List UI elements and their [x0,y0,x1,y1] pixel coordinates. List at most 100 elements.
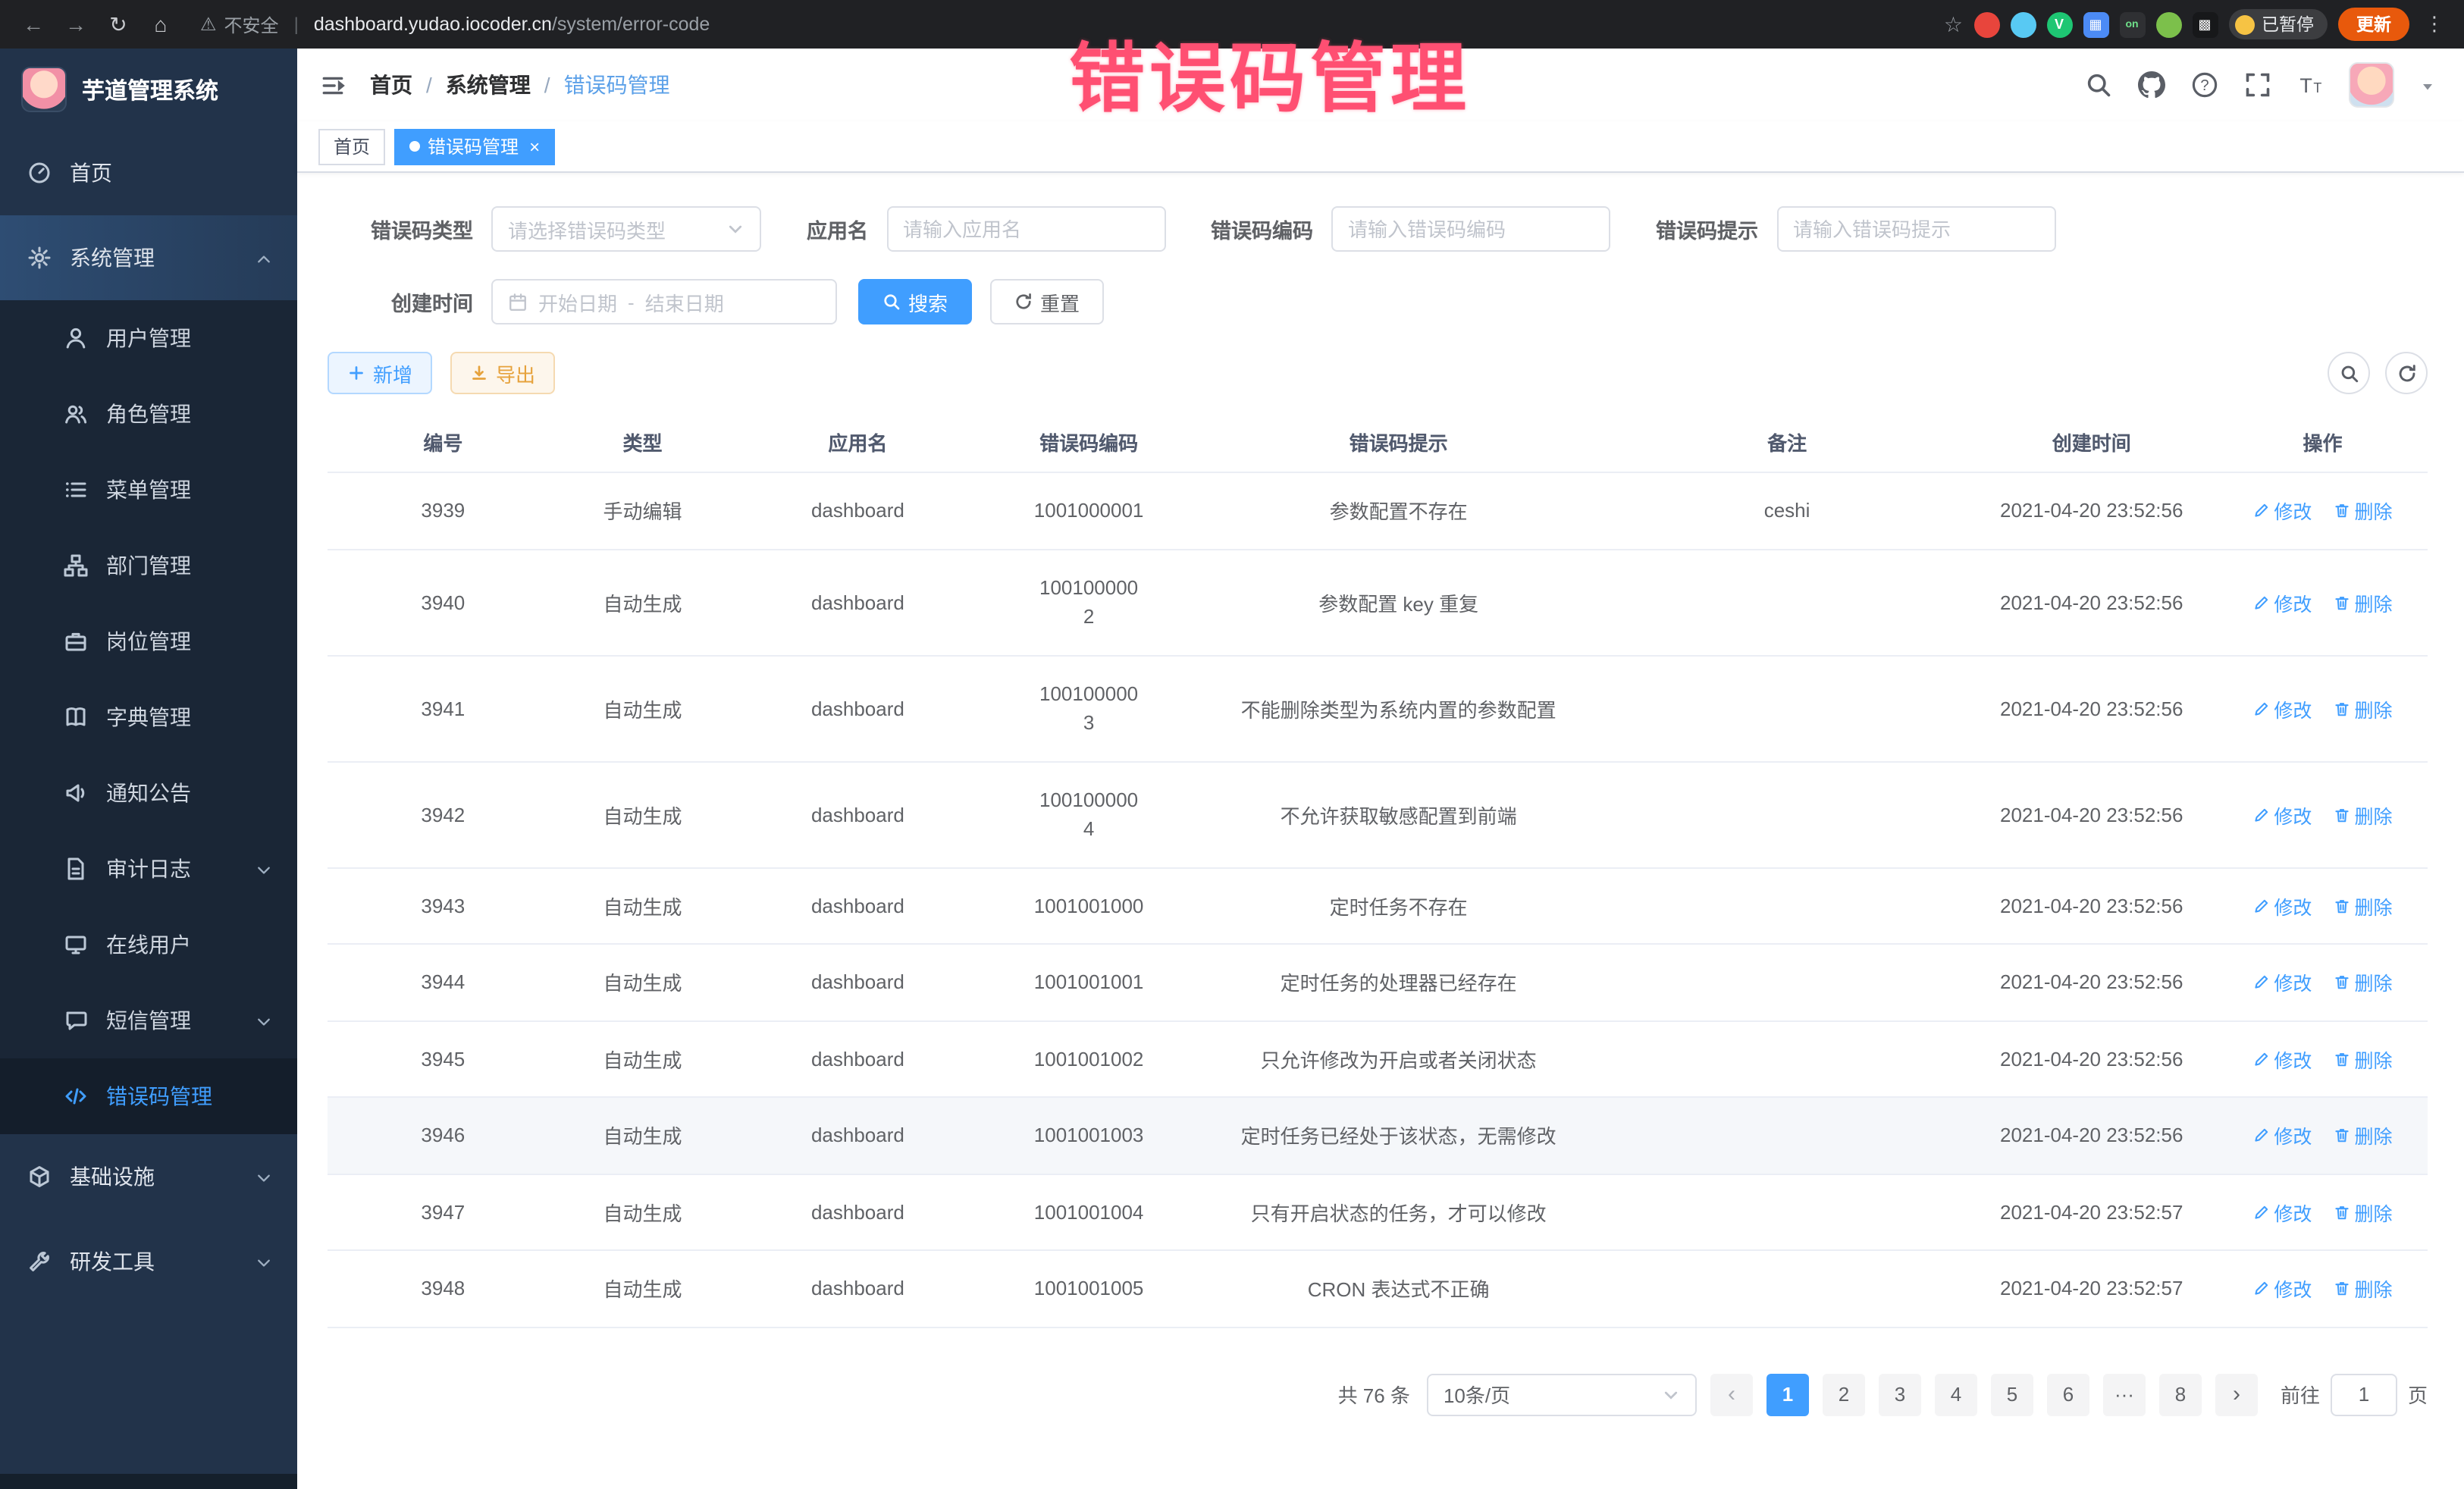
sidebar-item[interactable]: 短信管理 [0,983,297,1058]
add-button[interactable]: 新增 [328,352,432,394]
error-type-select[interactable]: 请选择错误码类型 [491,206,761,252]
sidebar-item[interactable]: 用户管理 [0,300,297,376]
caret-down-icon[interactable] [2419,76,2437,94]
reload-button[interactable]: ↻ [100,6,136,42]
more-pages-button[interactable]: ··· [2103,1373,2146,1415]
search-button[interactable]: 搜索 [858,279,972,324]
edit-link[interactable]: 修改 [2252,497,2312,525]
sidebar-item[interactable]: 通知公告 [0,755,297,831]
paused-badge[interactable]: 已暂停 [2228,9,2328,39]
error-code-input[interactable] [1331,206,1610,252]
app-name-input[interactable] [886,206,1165,252]
next-page-button[interactable]: › [2215,1373,2258,1415]
sidebar-item[interactable]: 首页 [0,130,297,215]
breadcrumb-item[interactable]: 首页 [370,70,412,100]
tab-error-code[interactable]: 错误码管理 × [394,128,555,165]
edit-link[interactable]: 修改 [2252,800,2312,829]
sidebar-item[interactable]: 字典管理 [0,679,297,755]
edit-link[interactable]: 修改 [2252,694,2312,723]
prev-page-button[interactable]: ‹ [1710,1373,1753,1415]
sidebar-item[interactable]: 在线用户 [0,907,297,983]
chevron-up-icon [255,249,273,267]
edit-link[interactable]: 修改 [2252,1198,2312,1227]
fullscreen-icon[interactable] [2243,71,2271,99]
sidebar-item[interactable]: 菜单管理 [0,452,297,528]
hamburger-icon[interactable] [315,68,349,102]
sidebar-item[interactable]: 岗位管理 [0,603,297,679]
sidebar-item[interactable]: 角色管理 [0,376,297,452]
address-bar[interactable]: dashboard.yudao.iocoder.cn/system/error-… [314,14,710,35]
table-row: 3946自动生成dashboard1001001003定时任务已经处于该状态，无… [328,1097,2428,1174]
extension-icon[interactable] [2010,11,2036,37]
extension-icon[interactable]: on [2119,11,2145,37]
cell-id: 3942 [328,761,559,867]
extension-icon[interactable]: ▦ [2083,11,2108,37]
edit-link[interactable]: 修改 [2252,1121,2312,1150]
close-icon[interactable]: × [529,137,540,155]
extension-icon[interactable]: ▩ [2192,11,2218,37]
search-icon[interactable] [2083,71,2112,99]
edit-link[interactable]: 修改 [2252,892,2312,920]
back-button[interactable]: ← [15,6,52,42]
home-button[interactable]: ⌂ [143,6,179,42]
toggle-search-button[interactable] [2328,352,2370,394]
column-header: 错误码提示 [1189,412,1609,472]
page-button[interactable]: 3 [1879,1373,1921,1415]
sidebar-item[interactable]: 错误码管理 [0,1058,297,1134]
delete-link[interactable]: 删除 [2333,1045,2392,1074]
font-size-icon[interactable]: TT [2296,71,2324,99]
tags-view-bar: 首页 错误码管理 × [297,121,2464,173]
user-avatar[interactable] [2349,62,2394,108]
extension-icon[interactable] [1973,11,1999,37]
browser-update-button[interactable]: 更新 [2338,8,2409,41]
page-button[interactable]: 1 [1766,1373,1809,1415]
export-button[interactable]: 导出 [450,352,555,394]
delete-link[interactable]: 删除 [2333,800,2392,829]
page-button[interactable]: 6 [2047,1373,2089,1415]
bookmark-star-icon[interactable]: ☆ [1944,11,1963,37]
sidebar-item[interactable]: 基础设施 [0,1134,297,1219]
sidebar-item[interactable]: 系统管理 [0,215,297,300]
edit-link[interactable]: 修改 [2252,968,2312,997]
delete-link[interactable]: 删除 [2333,497,2392,525]
edit-link[interactable]: 修改 [2252,588,2312,616]
page-button[interactable]: 5 [1991,1373,2033,1415]
app-logo[interactable]: 芋道管理系统 [0,49,297,130]
delete-link[interactable]: 删除 [2333,694,2392,723]
goto-label: 前往 [2281,1380,2320,1409]
create-time-range-picker[interactable]: 开始日期 - 结束日期 [491,279,837,324]
edit-link[interactable]: 修改 [2252,1274,2312,1303]
edit-link[interactable]: 修改 [2252,1045,2312,1074]
goto-page-input[interactable] [2331,1373,2397,1415]
refresh-button[interactable] [2385,352,2428,394]
cell-app: dashboard [726,944,989,1020]
svg-text:T: T [2299,74,2312,97]
delete-link[interactable]: 删除 [2333,1274,2392,1303]
github-icon[interactable] [2136,71,2165,99]
error-hint-input[interactable] [1776,206,2055,252]
page-size-select[interactable]: 10条/页 [1427,1373,1697,1415]
page-button[interactable]: 2 [1823,1373,1865,1415]
sidebar-item[interactable]: 审计日志 [0,831,297,907]
delete-link[interactable]: 删除 [2333,588,2392,616]
delete-link[interactable]: 删除 [2333,892,2392,920]
extension-icon[interactable]: V [2046,11,2072,37]
delete-link[interactable]: 删除 [2333,968,2392,997]
cell-time: 2021-04-20 23:52:57 [1966,1250,2218,1327]
forward-button[interactable]: → [58,6,94,42]
help-icon[interactable]: ? [2190,71,2218,99]
reset-button[interactable]: 重置 [990,279,1104,324]
browser-menu-icon[interactable]: ⋮ [2420,12,2449,36]
breadcrumb-item[interactable]: 系统管理 [446,70,531,100]
sidebar-item[interactable]: 研发工具 [0,1219,297,1304]
delete-link[interactable]: 删除 [2333,1198,2392,1227]
extension-icon[interactable] [2155,11,2181,37]
sidebar-item[interactable]: 部门管理 [0,528,297,603]
delete-link[interactable]: 删除 [2333,1121,2392,1150]
filter-hint-label: 错误码提示 [1656,214,1758,244]
security-chip[interactable]: ⚠ 不安全 [200,11,279,37]
cell-remark [1609,944,1966,1020]
tab-home[interactable]: 首页 [318,128,385,165]
page-button[interactable]: 4 [1935,1373,1977,1415]
page-button[interactable]: 8 [2159,1373,2202,1415]
